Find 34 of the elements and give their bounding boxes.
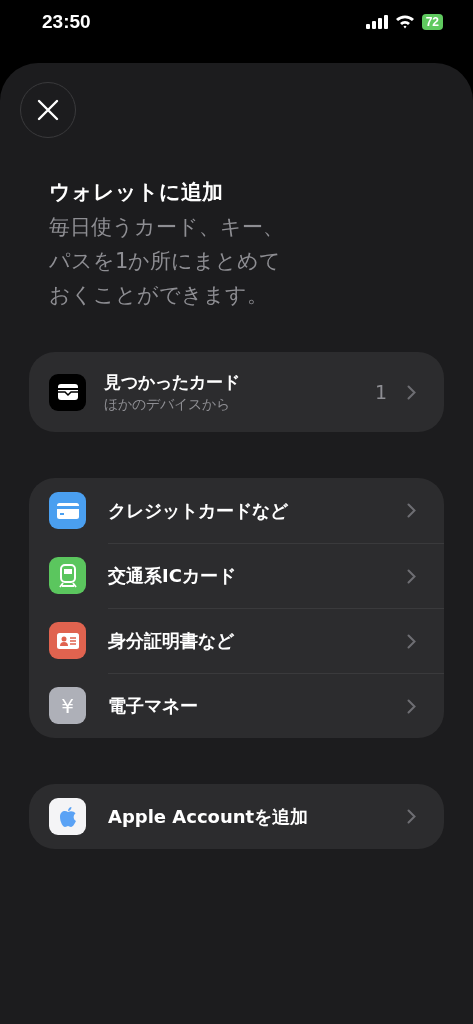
chevron-icon [407, 503, 416, 518]
sheet-description: 毎日使うカード、キー、パスを1か所にまとめておくことができます。 [49, 214, 285, 309]
list-item[interactable]: Apple Accountを追加 [29, 784, 444, 849]
sheet-title: ウォレットに追加 [49, 179, 224, 206]
close-icon [37, 99, 59, 121]
item-count: 1 [374, 381, 387, 403]
item-label: 交通系ICカード [108, 564, 237, 588]
battery-level: 72 [421, 13, 443, 30]
item-label: 見つかったカード [104, 370, 241, 394]
item-sublabel: ほかのデバイスから [104, 395, 231, 414]
wifi-icon [394, 14, 415, 29]
list-item[interactable]: 交通系ICカード [29, 543, 444, 608]
item-label: クレジットカードなど [108, 498, 289, 523]
list-item[interactable]: 見つかったカード ほかのデバイスから 1 [29, 352, 444, 432]
id-icon [49, 622, 86, 659]
chevron-icon [407, 633, 416, 649]
credit-icon [49, 492, 86, 529]
list-item[interactable]: 身分証明書など [29, 608, 444, 673]
close-button[interactable] [20, 82, 76, 138]
yen-icon: ¥ [49, 687, 86, 724]
item-label: 電子マネー [108, 694, 199, 718]
status-time: 23:50 [42, 10, 91, 33]
chevron-icon [407, 568, 416, 584]
transit-icon [49, 557, 86, 594]
list-item[interactable]: クレジットカードなど [29, 478, 444, 543]
item-label: 身分証明書など [108, 629, 235, 653]
chevron-icon [407, 698, 416, 714]
apple-icon [49, 798, 86, 835]
wallet-icon [49, 373, 86, 411]
list-item[interactable]: ¥ 電子マネー [29, 673, 444, 738]
signal-icon [365, 14, 388, 29]
chevron-icon [407, 384, 416, 400]
chevron-icon [407, 809, 416, 824]
item-label: Apple Accountを追加 [108, 804, 310, 829]
